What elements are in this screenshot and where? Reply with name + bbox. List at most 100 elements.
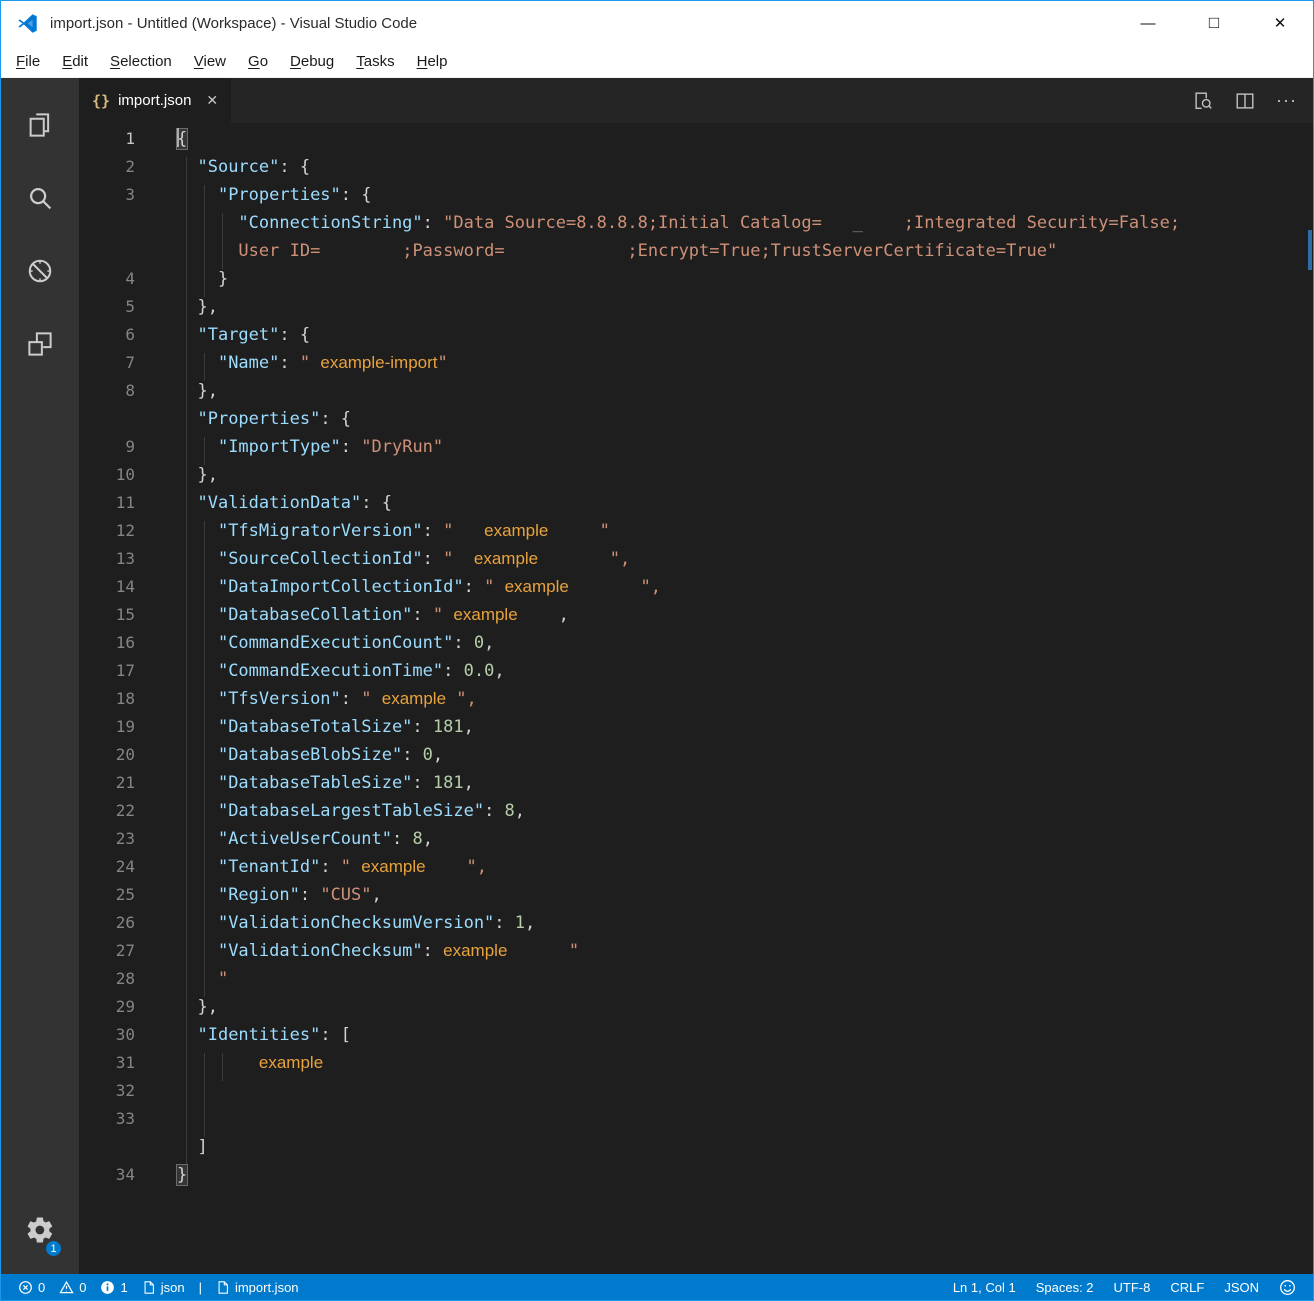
code-line-content[interactable]: [177, 1109, 1313, 1137]
code-line-content[interactable]: "DatabaseBlobSize": 0,: [177, 745, 1313, 773]
status-feedback[interactable]: [1274, 1279, 1301, 1296]
activity-debug[interactable]: [1, 234, 79, 307]
tab-import-json[interactable]: {} import.json ✕: [79, 78, 231, 123]
line-number: 19: [79, 717, 177, 745]
line-number: 22: [79, 801, 177, 829]
code-line-content[interactable]: },: [177, 465, 1313, 493]
code-line-content[interactable]: "DatabaseLargestTableSize": 8,: [177, 801, 1313, 829]
editor-actions: ···: [1192, 78, 1313, 123]
indent-guide: [186, 577, 187, 605]
find-button[interactable]: [1192, 90, 1214, 112]
code-line-content[interactable]: "Region": "CUS",: [177, 885, 1313, 913]
code-line-content[interactable]: "DatabaseCollation": " example ,: [177, 605, 1313, 633]
more-actions-button[interactable]: ···: [1276, 90, 1297, 111]
code-line-content[interactable]: example: [177, 1053, 1313, 1081]
code-line-content[interactable]: }: [177, 1165, 1313, 1193]
code-line-content[interactable]: "DataImportCollectionId": " example ",: [177, 577, 1313, 605]
close-button[interactable]: ✕: [1247, 1, 1313, 45]
line-number: 23: [79, 829, 177, 857]
indent-guide: [186, 857, 187, 885]
indent-guide: [204, 885, 205, 913]
code-line: 3 "Properties": {: [79, 185, 1313, 213]
code-line-content[interactable]: },: [177, 997, 1313, 1025]
tab-close-icon[interactable]: ✕: [206, 92, 218, 109]
activity-explorer[interactable]: [1, 88, 79, 161]
code-line: 2 "Source": {: [79, 157, 1313, 185]
code-line-content[interactable]: "ValidationData": {: [177, 493, 1313, 521]
manage-settings[interactable]: 1: [1, 1202, 79, 1258]
code-line-content[interactable]: "Identities": [: [177, 1025, 1313, 1053]
code-line: 9 "ImportType": "DryRun": [79, 437, 1313, 465]
activity-search[interactable]: [1, 161, 79, 234]
menu-tasks[interactable]: Tasks: [345, 48, 405, 75]
code-line: 15 "DatabaseCollation": " example ,: [79, 605, 1313, 633]
code-line-content[interactable]: ]: [177, 1137, 1313, 1165]
status-problems-errors[interactable]: 0: [13, 1280, 50, 1295]
status-problems-info[interactable]: 1: [95, 1280, 132, 1295]
code-line-content[interactable]: }: [177, 269, 1313, 297]
line-number: 28: [79, 969, 177, 997]
menu-debug[interactable]: Debug: [279, 48, 345, 75]
code-line-content[interactable]: "TenantId": " example ",: [177, 857, 1313, 885]
status-encoding[interactable]: UTF-8: [1109, 1280, 1156, 1295]
code-line-content[interactable]: "DatabaseTotalSize": 181,: [177, 717, 1313, 745]
indent-guide: [186, 1081, 187, 1109]
code-line-content[interactable]: "TfsMigratorVersion": " example ": [177, 521, 1313, 549]
code-line: 26 "ValidationChecksumVersion": 1,: [79, 913, 1313, 941]
line-number: 24: [79, 857, 177, 885]
code-line-content[interactable]: "Source": {: [177, 157, 1313, 185]
code-line-content[interactable]: "ConnectionString": "Data Source=8.8.8.8…: [177, 213, 1313, 241]
code-line-content[interactable]: },: [177, 297, 1313, 325]
indent-guide: [186, 381, 187, 409]
code-area: 1{2 "Source": {3 "Properties": { "Connec…: [79, 129, 1313, 1193]
status-language-indicator[interactable]: json: [137, 1280, 190, 1295]
code-line-content[interactable]: "ValidationChecksum": example ": [177, 941, 1313, 969]
indent-guide: [186, 941, 187, 969]
code-line: 20 "DatabaseBlobSize": 0,: [79, 745, 1313, 773]
json-braces-icon: {}: [92, 92, 110, 110]
status-eol[interactable]: CRLF: [1165, 1280, 1209, 1295]
menu-file[interactable]: File: [5, 48, 51, 75]
minimize-button[interactable]: —: [1115, 1, 1181, 45]
indent-guide: [204, 633, 205, 661]
status-indentation[interactable]: Spaces: 2: [1031, 1280, 1099, 1295]
code-line-content[interactable]: "Properties": {: [177, 409, 1313, 437]
menu-go[interactable]: Go: [237, 48, 279, 75]
activity-extensions[interactable]: [1, 307, 79, 380]
code-line-content[interactable]: "Target": {: [177, 325, 1313, 353]
code-line-content[interactable]: },: [177, 381, 1313, 409]
code-line-content[interactable]: "DatabaseTableSize": 181,: [177, 773, 1313, 801]
indent-guide: [204, 969, 205, 997]
menu-selection[interactable]: Selection: [99, 48, 183, 75]
code-line-content[interactable]: "CommandExecutionCount": 0,: [177, 633, 1313, 661]
status-filename-indicator[interactable]: import.json: [211, 1280, 304, 1295]
code-line-content[interactable]: [177, 1081, 1313, 1109]
code-line-content[interactable]: {: [177, 129, 1313, 157]
menu-view[interactable]: View: [183, 48, 237, 75]
maximize-button[interactable]: □: [1181, 1, 1247, 45]
status-divider-label: |: [199, 1280, 202, 1295]
code-line-content[interactable]: ": [177, 969, 1313, 997]
line-number: 33: [79, 1109, 177, 1137]
code-line: User ID= ;Password= ;Encrypt=True;TrustS…: [79, 241, 1313, 269]
code-line-content[interactable]: "ActiveUserCount": 8,: [177, 829, 1313, 857]
code-line-content[interactable]: "SourceCollectionId": " example ",: [177, 549, 1313, 577]
code-line-content[interactable]: User ID= ;Password= ;Encrypt=True;TrustS…: [177, 241, 1313, 269]
status-problems-warnings[interactable]: 0: [54, 1280, 91, 1295]
code-line-content[interactable]: "Name": " example-import": [177, 353, 1313, 381]
status-language-mode[interactable]: JSON: [1219, 1280, 1264, 1295]
code-line-content[interactable]: "CommandExecutionTime": 0.0,: [177, 661, 1313, 689]
menu-edit[interactable]: Edit: [51, 48, 99, 75]
line-number: 10: [79, 465, 177, 493]
split-editor-button[interactable]: [1234, 90, 1256, 112]
editor-viewport: 1{2 "Source": {3 "Properties": { "Connec…: [79, 123, 1313, 1274]
editor-group: {} import.json ✕ ··· 1{2 "Source": {3 "P…: [79, 78, 1313, 1274]
code-line-content[interactable]: "TfsVersion": " example ",: [177, 689, 1313, 717]
code-line-content[interactable]: "Properties": {: [177, 185, 1313, 213]
status-cursor-position[interactable]: Ln 1, Col 1: [948, 1280, 1021, 1295]
code-line: 32: [79, 1081, 1313, 1109]
line-number: 5: [79, 297, 177, 325]
code-line-content[interactable]: "ValidationChecksumVersion": 1,: [177, 913, 1313, 941]
menu-help[interactable]: Help: [406, 48, 459, 75]
code-line-content[interactable]: "ImportType": "DryRun": [177, 437, 1313, 465]
